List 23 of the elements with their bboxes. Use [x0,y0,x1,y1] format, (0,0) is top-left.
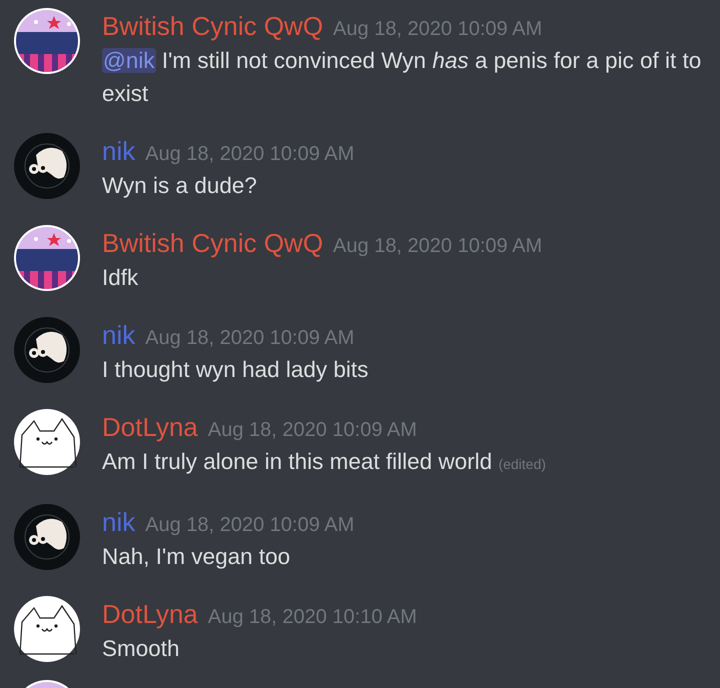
message-text: @nik I'm still not convinced Wyn has a penis for a pic of it to exist [102,48,702,106]
timestamp: Aug 18, 2020 10:09 AM [208,418,417,443]
author-name[interactable]: nik [102,317,136,353]
message-text: Wyn is a dude? [102,173,257,198]
message-text: Am I truly alone in this meat filled world [102,449,492,474]
timestamp: Aug 18, 2020 10:09 AM [145,142,354,167]
timestamp: Aug 18, 2020 10:09 AM [333,17,542,42]
author-name[interactable]: nik [102,133,136,169]
author-name[interactable]: Bwitish Cynic QwQ [102,8,324,44]
message-text: I thought wyn had lady bits [102,357,368,382]
author-name[interactable]: DotLyna [102,409,198,445]
author-name[interactable]: Bwitish Cynic QwQ [102,225,324,261]
author-name[interactable]: DotLyna [102,596,198,632]
message-text: Nah, I'm vegan too [102,544,290,569]
author-name[interactable]: nik [102,504,136,540]
timestamp: Aug 18, 2020 10:09 AM [333,234,542,259]
mention-link[interactable]: @nik [102,48,156,73]
message-text: Idfk [102,265,138,290]
timestamp: Aug 18, 2020 10:09 AM [145,326,354,351]
timestamp: Aug 18, 2020 10:09 AM [145,513,354,538]
edited-label: (edited) [498,456,546,472]
message-text: Smooth [102,636,180,661]
timestamp: Aug 18, 2020 10:10 AM [208,605,417,630]
